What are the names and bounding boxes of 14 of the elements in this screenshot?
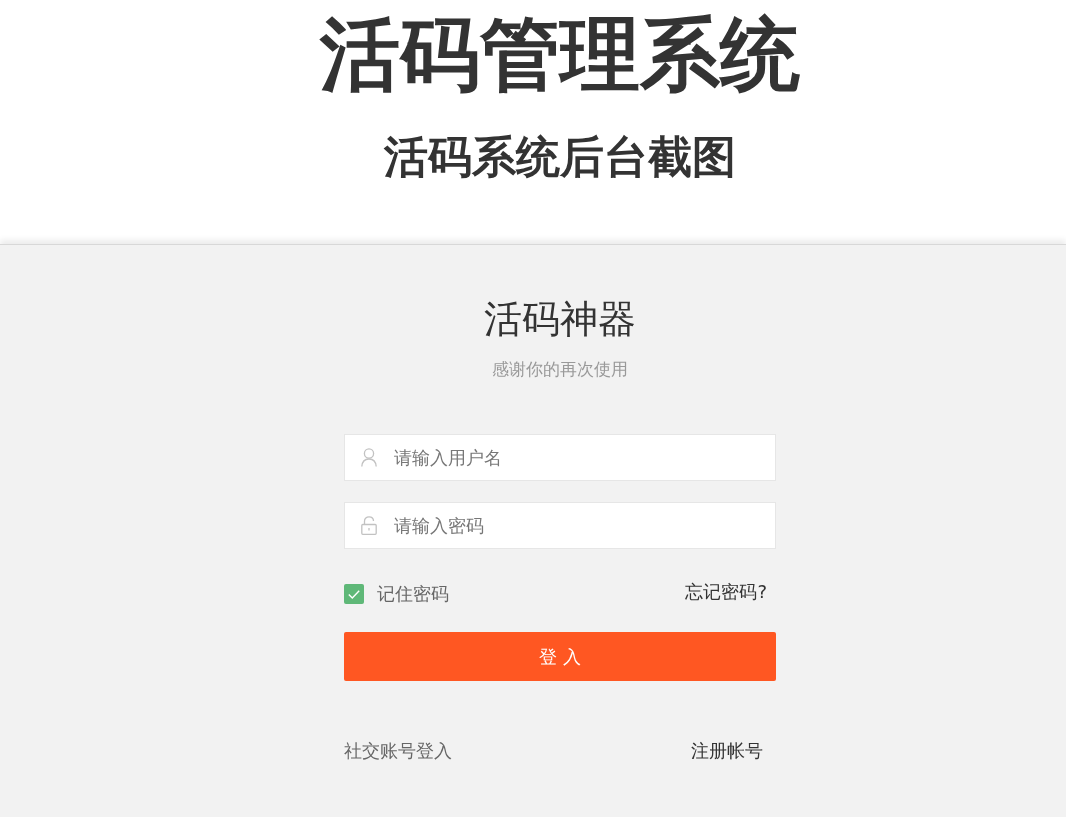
remember-label: 记住密码 xyxy=(377,585,449,603)
page-subtitle: 活码系统后台截图 xyxy=(384,135,736,179)
login-subtitle: 感谢你的再次使用 xyxy=(491,361,629,378)
padlock-icon xyxy=(361,516,377,535)
user-icon xyxy=(361,448,377,467)
username-field[interactable]: 请输入用户名 xyxy=(344,434,776,481)
register-link[interactable]: 注册帐号 xyxy=(691,742,763,760)
forgot-password-link[interactable]: 忘记密码? xyxy=(685,583,767,601)
check-icon xyxy=(348,589,360,599)
social-login-link[interactable]: 社交账号登入 xyxy=(344,742,452,760)
remember-checkbox[interactable] xyxy=(344,584,364,604)
password-field[interactable]: 请输入密码 xyxy=(344,502,776,549)
login-title: 活码神器 xyxy=(483,300,637,338)
page-title: 活码管理系统 xyxy=(320,15,800,95)
